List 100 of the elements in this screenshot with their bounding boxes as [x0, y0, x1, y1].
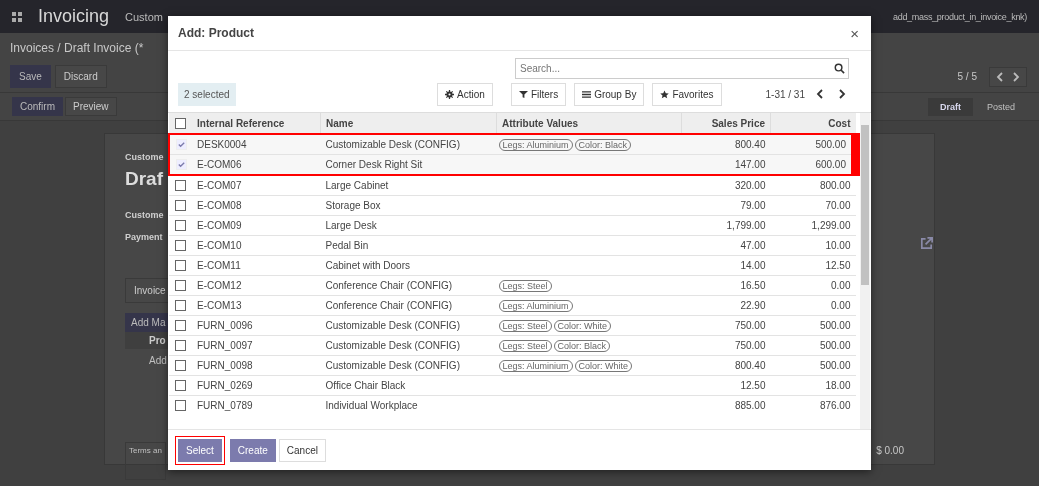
table-cell: 320.00 — [681, 175, 771, 196]
column-header[interactable]: Cost — [770, 113, 856, 134]
row-checkbox[interactable] — [175, 200, 186, 212]
table-cell: 1,799.00 — [681, 215, 771, 236]
table-cell: FURN_0098 — [192, 355, 321, 376]
table-cell: Storage Box — [320, 195, 497, 216]
row-checkbox[interactable] — [175, 340, 186, 352]
dialog-button[interactable]: Cancel — [278, 438, 326, 462]
close-button[interactable]: × — [846, 24, 863, 42]
row-checkbox[interactable] — [175, 380, 186, 392]
table-cell: FURN_0097 — [192, 335, 321, 356]
row-checkbox[interactable] — [175, 220, 186, 232]
column-header[interactable]: Attribute Values — [496, 113, 682, 134]
save-button[interactable]: Save — [10, 65, 51, 88]
filters-button[interactable]: Filters — [510, 82, 567, 106]
table-cell: Customizable Desk (CONFIG) — [320, 134, 497, 155]
row-checkbox[interactable] — [175, 240, 186, 252]
scrollbar[interactable] — [860, 113, 870, 429]
table-cell: 18.00 — [770, 375, 856, 396]
select-all-checkbox[interactable] — [175, 117, 186, 129]
table-cell: 800.00 — [770, 175, 856, 196]
column-header[interactable]: Sales Price — [681, 113, 771, 134]
field-label: Custome — [125, 210, 164, 220]
table-cell: E-COM06 — [192, 154, 321, 175]
invoice-title: Draf — [125, 168, 163, 190]
field-label: Payment — [125, 232, 163, 242]
table-cell: Customizable Desk (CONFIG) — [320, 355, 497, 376]
terms-field[interactable]: Terms an — [125, 442, 166, 480]
selection-count: 2 selected — [178, 82, 236, 106]
table-cell: FURN_0789 — [192, 395, 321, 415]
row-checkbox[interactable] — [175, 260, 186, 272]
table-cell: 876.00 — [770, 395, 856, 415]
column-header[interactable]: Name — [320, 113, 497, 134]
table-cell: E-COM08 — [192, 195, 321, 216]
status-stage[interactable]: Posted — [974, 97, 1027, 116]
table-cell: 885.00 — [681, 395, 771, 415]
gear-icon — [445, 89, 455, 99]
discard-button[interactable]: Discard — [54, 65, 107, 88]
table-cell: 750.00 — [681, 315, 771, 336]
table-cell: Conference Chair (CONFIG) — [320, 295, 497, 316]
table-cell: E-COM10 — [192, 235, 321, 256]
external-link-icon[interactable] — [919, 236, 934, 251]
preview-button[interactable]: Preview — [65, 97, 117, 116]
row-checkbox[interactable] — [175, 280, 186, 292]
chevron-right-icon — [838, 89, 846, 99]
table-cell: 47.00 — [681, 235, 771, 256]
menu-item[interactable]: Custom — [125, 10, 163, 23]
star-icon — [660, 89, 670, 99]
filter-icon — [518, 89, 528, 99]
table-cell: 500.00 — [770, 355, 856, 376]
table-cell: Large Cabinet — [320, 175, 497, 196]
dialog-button[interactable]: Create — [229, 438, 276, 462]
row-checkbox[interactable] — [175, 400, 186, 412]
table-cell: 79.00 — [681, 195, 771, 216]
table-cell: 16.50 — [681, 275, 771, 296]
table-cell: Customizable Desk (CONFIG) — [320, 335, 497, 356]
chevron-left-icon[interactable] — [996, 71, 1004, 82]
table-cell: Pedal Bin — [320, 235, 497, 256]
table-cell: FURN_0269 — [192, 375, 321, 396]
table-cell: Corner Desk Right Sit — [320, 154, 497, 175]
row-checkbox[interactable] — [175, 320, 186, 332]
table-cell: E-COM11 — [192, 255, 321, 276]
row-checkbox[interactable] — [175, 180, 186, 192]
table-cell: 22.90 — [681, 295, 771, 316]
search-icon[interactable] — [834, 63, 845, 74]
table-cell: E-COM12 — [192, 275, 321, 296]
table-cell: Conference Chair (CONFIG) — [320, 275, 497, 296]
user-name[interactable]: add_mass_product_in_invoice_knk) — [893, 11, 1027, 22]
table-cell: Individual Workplace — [320, 395, 497, 415]
app-title: Invoicing — [38, 6, 110, 27]
row-checkbox[interactable] — [175, 360, 186, 372]
table-cell: 500.00 — [770, 315, 856, 336]
table-cell: FURN_0096 — [192, 315, 321, 336]
pager-counter: 5 / 5 — [957, 71, 977, 82]
table-cell: 800.40 — [681, 134, 771, 155]
action-button[interactable]: Action — [437, 82, 493, 106]
table-cell: 500.00 — [770, 335, 856, 356]
table-cell: Cabinet with Doors — [320, 255, 497, 276]
row-checkbox[interactable] — [175, 300, 186, 312]
table-cell: 0.00 — [770, 275, 856, 296]
table-cell: Large Desk — [320, 215, 497, 236]
table-cell: E-COM13 — [192, 295, 321, 316]
table-cell: Customizable Desk (CONFIG) — [320, 315, 497, 336]
chevron-left-icon — [816, 89, 824, 99]
confirm-button[interactable]: Confirm — [12, 97, 63, 116]
search-field[interactable]: Search... — [515, 58, 849, 79]
table-cell: 12.50 — [681, 375, 771, 396]
chevron-right-icon[interactable] — [1012, 71, 1020, 82]
favorites-button[interactable]: Favorites — [652, 82, 722, 106]
group-by-button[interactable]: Group By — [574, 82, 645, 106]
column-header[interactable]: Internal Reference — [192, 113, 321, 134]
apps-menu-icon[interactable] — [12, 11, 22, 22]
table-cell: 800.40 — [681, 355, 771, 376]
table-cell: 10.00 — [770, 235, 856, 256]
dialog-button[interactable]: Select — [178, 438, 222, 462]
menu-icon — [582, 89, 592, 99]
table-cell: E-COM09 — [192, 215, 321, 236]
table-cell: 147.00 — [681, 154, 771, 175]
status-stage[interactable]: Draft — [927, 97, 973, 116]
field-label: Custome — [125, 152, 164, 162]
